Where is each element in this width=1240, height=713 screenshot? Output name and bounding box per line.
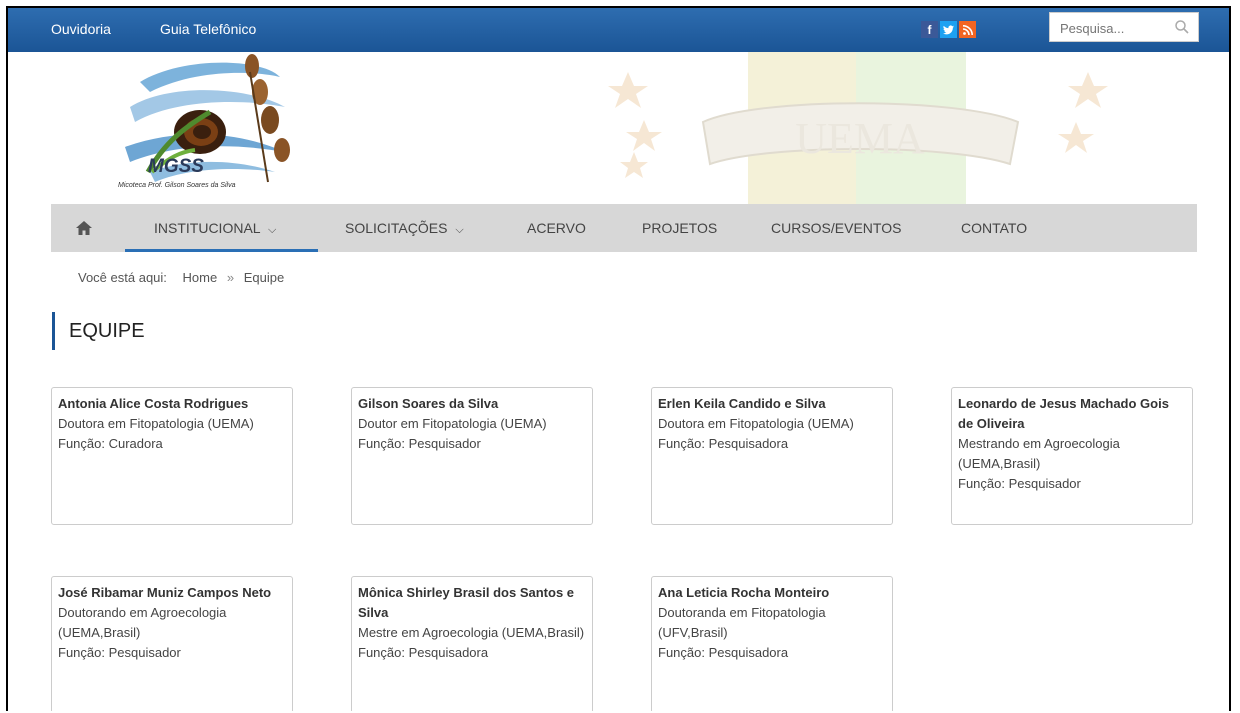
breadcrumb-label: Você está aqui: [78,270,167,285]
chevron-down-icon: ⌵ [267,224,277,236]
member-role: Função: Curadora [58,436,163,451]
logo-title: MGSS [148,156,204,177]
member-degree: Mestrando em Agroecologia (UEMA,Brasil) [958,436,1120,471]
team-card: Gilson Soares da Silva Doutor em Fitopat… [351,387,593,525]
member-degree: Doutor em Fitopatologia (UEMA) [358,416,547,431]
nav-cursos-eventos[interactable]: CURSOS/EVENTOS [771,204,901,252]
team-card: José Ribamar Muniz Campos Neto Doutorand… [51,576,293,711]
guia-telefonico-link[interactable]: Guia Telefônico [160,21,256,37]
nav-institucional[interactable]: INSTITUCIONAL ⌵ [154,204,276,252]
nav-acervo[interactable]: ACERVO [527,204,586,252]
search-box [1049,12,1199,42]
member-role: Função: Pesquisadora [658,645,789,660]
member-name: Leonardo de Jesus Machado Gois de Olivei… [958,396,1169,431]
member-degree: Mestre em Agroecologia (UEMA,Brasil) [358,625,585,640]
logo-subtitle: Micoteca Prof. Gilson Soares da Silva [118,182,236,189]
member-name: Ana Leticia Rocha Monteiro [658,585,830,600]
member-degree: Doutora em Fitopatologia (UEMA) [658,416,854,431]
breadcrumb-separator: » [226,270,235,285]
nav-projetos[interactable]: PROJETOS [642,204,717,252]
top-bar: Ouvidoria Guia Telefônico f [8,8,1229,52]
uema-crest-watermark: UEMA [608,52,1108,204]
member-role: Função: Pesquisador [358,436,481,451]
member-degree: Doutoranda em Fitopatologia (UFV,Brasil) [658,605,826,640]
breadcrumb-current: Equipe [243,270,285,285]
home-icon[interactable] [75,219,93,237]
site-header: MGSS Micoteca Prof. Gilson Soares da Sil… [8,52,1229,204]
page-title: EQUIPE [52,312,145,350]
member-role: Função: Pesquisadora [358,645,489,660]
mgss-logo[interactable] [110,52,300,197]
search-icon[interactable] [1174,19,1190,35]
member-role: Função: Pesquisador [958,476,1081,491]
member-role: Função: Pesquisadora [658,436,789,451]
active-nav-indicator [125,249,318,252]
browser-frame: Ouvidoria Guia Telefônico f Pesquisa... … [6,6,1231,711]
breadcrumb: Você está aqui: Home » Equipe [78,270,290,285]
team-card: Leonardo de Jesus Machado Gois de Olivei… [951,387,1193,525]
team-card: Ana Leticia Rocha Monteiro Doutoranda em… [651,576,893,711]
ouvidoria-link[interactable]: Ouvidoria [51,21,111,37]
member-name: Antonia Alice Costa Rodrigues [58,396,249,411]
member-degree: Doutora em Fitopatologia (UEMA) [58,416,254,431]
member-degree: Doutorando em Agroecologia (UEMA,Brasil) [58,605,227,640]
main-nav: INSTITUCIONAL ⌵ SOLICITAÇÕES ⌵ ACERVO PR… [51,204,1197,252]
member-name: Erlen Keila Candido e Silva [658,396,826,411]
nav-solicitacoes[interactable]: SOLICITAÇÕES ⌵ [345,204,464,252]
member-name: José Ribamar Muniz Campos Neto [58,585,272,600]
team-card: Erlen Keila Candido e Silva Doutora em F… [651,387,893,525]
breadcrumb-home-link[interactable]: Home [183,270,218,285]
member-name: Gilson Soares da Silva [358,396,499,411]
member-name: Mônica Shirley Brasil dos Santos e Silva [358,585,575,620]
crest-text: UEMA [795,114,925,163]
team-card: Mônica Shirley Brasil dos Santos e Silva… [351,576,593,711]
nav-contato[interactable]: CONTATO [961,204,1027,252]
team-card: Antonia Alice Costa Rodrigues Doutora em… [51,387,293,525]
rss-icon[interactable] [959,21,976,38]
twitter-icon[interactable] [940,21,957,38]
facebook-icon[interactable]: f [921,21,938,38]
chevron-down-icon: ⌵ [455,224,464,236]
member-role: Função: Pesquisador [58,645,181,660]
search-input[interactable] [1058,14,1172,42]
